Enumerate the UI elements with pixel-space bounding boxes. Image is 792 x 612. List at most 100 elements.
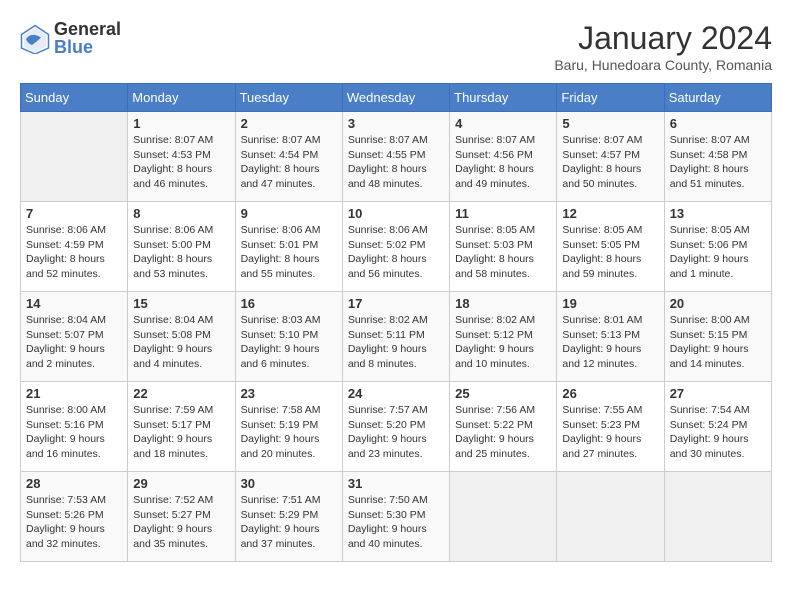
day-number: 16 [241,296,337,311]
calendar-cell: 18 Sunrise: 8:02 AMSunset: 5:12 PMDayligh… [450,292,557,382]
calendar-cell: 9 Sunrise: 8:06 AMSunset: 5:01 PMDaylight… [235,202,342,292]
weekday-header-tuesday: Tuesday [235,84,342,112]
day-detail: Sunrise: 8:06 AMSunset: 4:59 PMDaylight:… [26,223,122,282]
calendar-cell: 24Sunrise: 7:57 AMSunset: 5:20 PMDayligh… [342,382,449,472]
day-detail: Sunrise: 7:54 AMSunset: 5:24 PMDaylight:… [670,403,766,462]
day-number: 21 [26,386,122,401]
day-number: 13 [670,206,766,221]
calendar-cell: 8 Sunrise: 8:06 AMSunset: 5:00 PMDaylight… [128,202,235,292]
day-number: 22 [133,386,229,401]
calendar-week-row: 7 Sunrise: 8:06 AMSunset: 4:59 PMDaylight… [21,202,772,292]
calendar-cell: 25 Sunrise: 7:56 AMSunset: 5:22 PMDayligh… [450,382,557,472]
day-number: 7 [26,206,122,221]
logo-icon [20,24,50,54]
day-detail: Sunrise: 8:07 AMSunset: 4:56 PMDaylight:… [455,133,551,192]
day-detail: Sunrise: 8:05 AMSunset: 5:03 PMDaylight:… [455,223,551,282]
day-number: 31 [348,476,444,491]
day-number: 3 [348,116,444,131]
weekday-header-thursday: Thursday [450,84,557,112]
calendar-cell: 23 Sunrise: 7:58 AMSunset: 5:19 PMDayligh… [235,382,342,472]
day-number: 28 [26,476,122,491]
weekday-header-row: SundayMondayTuesdayWednesdayThursdayFrid… [21,84,772,112]
calendar-cell [450,472,557,562]
day-number: 14 [26,296,122,311]
calendar-cell: 14 Sunrise: 8:04 AMSunset: 5:07 PMDayligh… [21,292,128,382]
day-detail: Sunrise: 8:01 AMSunset: 5:13 PMDaylight:… [562,313,658,372]
day-detail: Sunrise: 8:07 AMSunset: 4:57 PMDaylight:… [562,133,658,192]
day-number: 12 [562,206,658,221]
calendar-cell: 6 Sunrise: 8:07 AMSunset: 4:58 PMDaylight… [664,112,771,202]
calendar-cell: 3 Sunrise: 8:07 AMSunset: 4:55 PMDaylight… [342,112,449,202]
calendar-cell [21,112,128,202]
logo-blue: Blue [54,37,93,57]
calendar-cell: 29 Sunrise: 7:52 AMSunset: 5:27 PMDayligh… [128,472,235,562]
calendar-cell: 19 Sunrise: 8:01 AMSunset: 5:13 PMDayligh… [557,292,664,382]
calendar-week-row: 14 Sunrise: 8:04 AMSunset: 5:07 PMDayligh… [21,292,772,382]
day-detail: Sunrise: 7:51 AMSunset: 5:29 PMDaylight:… [241,493,337,552]
calendar-cell: 22Sunrise: 7:59 AMSunset: 5:17 PMDayligh… [128,382,235,472]
day-number: 23 [241,386,337,401]
calendar-cell: 16Sunrise: 8:03 AMSunset: 5:10 PMDayligh… [235,292,342,382]
day-detail: Sunrise: 7:56 AMSunset: 5:22 PMDaylight:… [455,403,551,462]
calendar-cell: 30Sunrise: 7:51 AMSunset: 5:29 PMDayligh… [235,472,342,562]
calendar-table: SundayMondayTuesdayWednesdayThursdayFrid… [20,83,772,562]
calendar-cell [664,472,771,562]
calendar-cell: 26Sunrise: 7:55 AMSunset: 5:23 PMDayligh… [557,382,664,472]
calendar-cell: 10Sunrise: 8:06 AMSunset: 5:02 PMDayligh… [342,202,449,292]
day-detail: Sunrise: 7:50 AMSunset: 5:30 PMDaylight:… [348,493,444,552]
day-number: 26 [562,386,658,401]
day-detail: Sunrise: 8:06 AMSunset: 5:02 PMDaylight:… [348,223,444,282]
day-detail: Sunrise: 8:02 AMSunset: 5:11 PMDaylight:… [348,313,444,372]
day-detail: Sunrise: 8:06 AMSunset: 5:00 PMDaylight:… [133,223,229,282]
calendar-cell: 27 Sunrise: 7:54 AMSunset: 5:24 PMDayligh… [664,382,771,472]
day-detail: Sunrise: 8:04 AMSunset: 5:08 PMDaylight:… [133,313,229,372]
day-number: 17 [348,296,444,311]
day-number: 1 [133,116,229,131]
day-detail: Sunrise: 8:05 AMSunset: 5:06 PMDaylight:… [670,223,766,282]
day-detail: Sunrise: 8:04 AMSunset: 5:07 PMDaylight:… [26,313,122,372]
day-detail: Sunrise: 8:07 AMSunset: 4:54 PMDaylight:… [241,133,337,192]
logo-general: General [54,20,121,38]
day-detail: Sunrise: 8:06 AMSunset: 5:01 PMDaylight:… [241,223,337,282]
calendar-week-row: 21 Sunrise: 8:00 AMSunset: 5:16 PMDayligh… [21,382,772,472]
day-number: 19 [562,296,658,311]
day-number: 11 [455,206,551,221]
month-title: January 2024 [554,20,772,57]
weekday-header-sunday: Sunday [21,84,128,112]
logo-text: General Blue [54,20,121,58]
calendar-cell: 11 Sunrise: 8:05 AMSunset: 5:03 PMDayligh… [450,202,557,292]
day-number: 20 [670,296,766,311]
calendar-cell: 12Sunrise: 8:05 AMSunset: 5:05 PMDayligh… [557,202,664,292]
day-detail: Sunrise: 8:02 AMSunset: 5:12 PMDaylight:… [455,313,551,372]
calendar-cell: 1 Sunrise: 8:07 AMSunset: 4:53 PMDaylight… [128,112,235,202]
day-number: 18 [455,296,551,311]
calendar-cell: 31 Sunrise: 7:50 AMSunset: 5:30 PMDayligh… [342,472,449,562]
day-detail: Sunrise: 8:07 AMSunset: 4:53 PMDaylight:… [133,133,229,192]
weekday-header-monday: Monday [128,84,235,112]
day-detail: Sunrise: 7:52 AMSunset: 5:27 PMDaylight:… [133,493,229,552]
title-block: January 2024 Baru, Hunedoara County, Rom… [554,20,772,73]
day-detail: Sunrise: 8:00 AMSunset: 5:16 PMDaylight:… [26,403,122,462]
day-number: 25 [455,386,551,401]
day-number: 29 [133,476,229,491]
day-detail: Sunrise: 8:00 AMSunset: 5:15 PMDaylight:… [670,313,766,372]
day-detail: Sunrise: 8:07 AMSunset: 4:58 PMDaylight:… [670,133,766,192]
location-subtitle: Baru, Hunedoara County, Romania [554,57,772,73]
day-number: 9 [241,206,337,221]
day-number: 6 [670,116,766,131]
day-number: 8 [133,206,229,221]
day-detail: Sunrise: 8:07 AMSunset: 4:55 PMDaylight:… [348,133,444,192]
day-number: 24 [348,386,444,401]
calendar-cell: 20 Sunrise: 8:00 AMSunset: 5:15 PMDayligh… [664,292,771,382]
weekday-header-saturday: Saturday [664,84,771,112]
day-number: 5 [562,116,658,131]
calendar-cell: 21 Sunrise: 8:00 AMSunset: 5:16 PMDayligh… [21,382,128,472]
calendar-cell: 4Sunrise: 8:07 AMSunset: 4:56 PMDaylight… [450,112,557,202]
day-detail: Sunrise: 7:58 AMSunset: 5:19 PMDaylight:… [241,403,337,462]
page-header: General Blue January 2024 Baru, Hunedoar… [20,20,772,73]
calendar-cell [557,472,664,562]
weekday-header-friday: Friday [557,84,664,112]
calendar-cell: 17 Sunrise: 8:02 AMSunset: 5:11 PMDayligh… [342,292,449,382]
calendar-week-row: 28Sunrise: 7:53 AMSunset: 5:26 PMDayligh… [21,472,772,562]
day-number: 27 [670,386,766,401]
